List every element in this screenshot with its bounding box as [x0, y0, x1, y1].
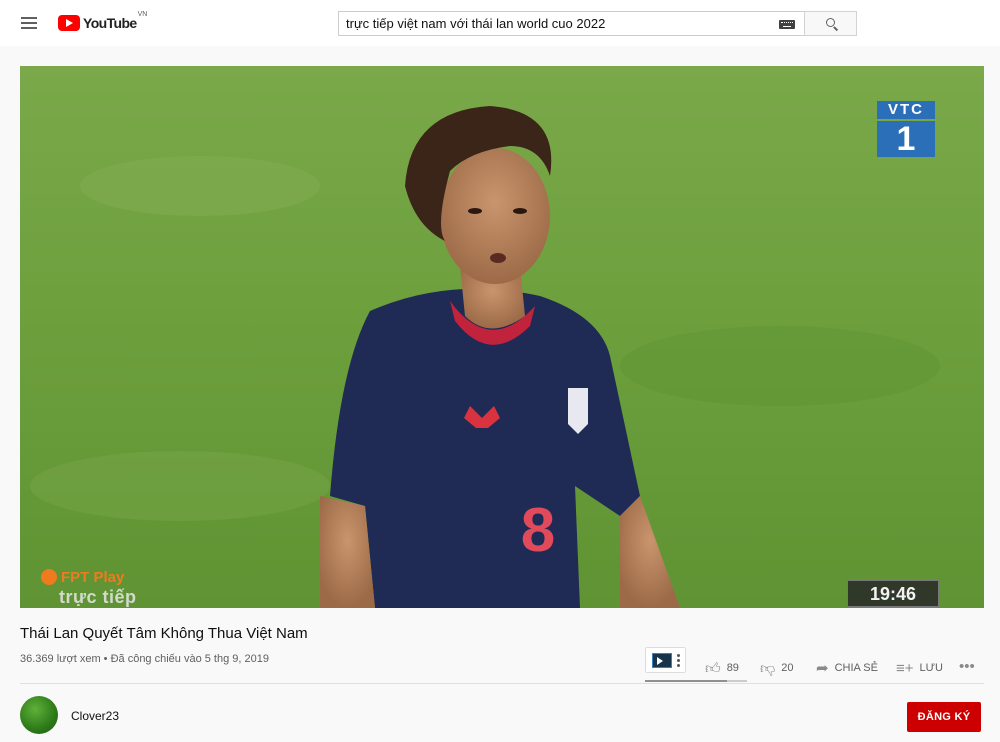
save-button[interactable]: ≡+ LƯU — [896, 654, 943, 682]
save-label: LƯU — [919, 662, 943, 674]
masthead: YouTube VN trực tiếp việt nam với thái l… — [0, 0, 1000, 46]
vtc1-channel-logo: VTC 1 — [877, 101, 935, 157]
logo-country-code: VN — [137, 11, 148, 18]
match-timecode: 19:46 — [847, 580, 939, 607]
fpt-brand-text: FPT Play — [61, 569, 125, 586]
fpt-live-label: trực tiếp — [59, 587, 137, 607]
miniplayer-menu-button[interactable] — [645, 647, 686, 673]
video-title: Thái Lan Quyết Tâm Không Thua Việt Nam — [20, 625, 308, 642]
search-icon — [826, 18, 835, 27]
sentiment-bar-fill — [645, 680, 727, 682]
video-frame: 8 — [20, 66, 984, 608]
channel-avatar[interactable] — [20, 696, 58, 734]
video-meta: 36.369 lượt xem • Đã công chiếu vào 5 th… — [20, 653, 269, 665]
vtc-label: VTC — [877, 101, 935, 119]
subscribe-button[interactable]: ĐĂNG KÝ — [907, 702, 981, 732]
video-player[interactable]: 8 VTC 1 FPT Play trực tiếp 19:46 — [20, 66, 984, 608]
like-count: 89 — [726, 662, 739, 674]
search-box[interactable]: trực tiếp việt nam với thái lan world cu… — [338, 11, 805, 36]
share-button[interactable]: ➦ CHIA SẺ — [816, 654, 878, 682]
search-button[interactable] — [804, 11, 857, 36]
channel-name[interactable]: Clover23 — [71, 709, 119, 723]
more-actions-button[interactable]: ••• — [959, 652, 975, 680]
search-input[interactable]: trực tiếp việt nam với thái lan world cu… — [346, 16, 605, 31]
video-thumbnail-icon — [652, 653, 672, 668]
share-label: CHIA SẺ — [834, 662, 878, 674]
more-horizontal-icon: ••• — [959, 657, 975, 675]
thumb-down-icon: 👎︎ — [760, 659, 776, 677]
dislike-count: 20 — [781, 662, 794, 674]
vtc-number: 1 — [877, 121, 935, 157]
fpt-brand: FPT Play — [41, 569, 124, 586]
fpt-logo-icon — [41, 569, 57, 585]
logo-text: YouTube — [83, 15, 137, 31]
youtube-logo[interactable]: YouTube VN — [58, 11, 148, 33]
sentiment-bar — [645, 680, 747, 682]
play-logo-icon — [58, 15, 80, 31]
divider — [20, 683, 984, 684]
jersey-number: 8 — [521, 496, 555, 565]
playlist-add-icon: ≡+ — [896, 659, 914, 677]
keyboard-icon[interactable] — [779, 20, 795, 29]
share-icon: ➦ — [816, 659, 829, 677]
thumb-up-icon: 👍︎ — [705, 659, 721, 677]
dislike-button[interactable]: 👎︎ 20 — [760, 654, 793, 682]
like-button[interactable]: 👍︎ 89 — [705, 654, 739, 682]
menu-icon[interactable] — [19, 14, 39, 32]
more-vertical-icon — [677, 654, 680, 667]
